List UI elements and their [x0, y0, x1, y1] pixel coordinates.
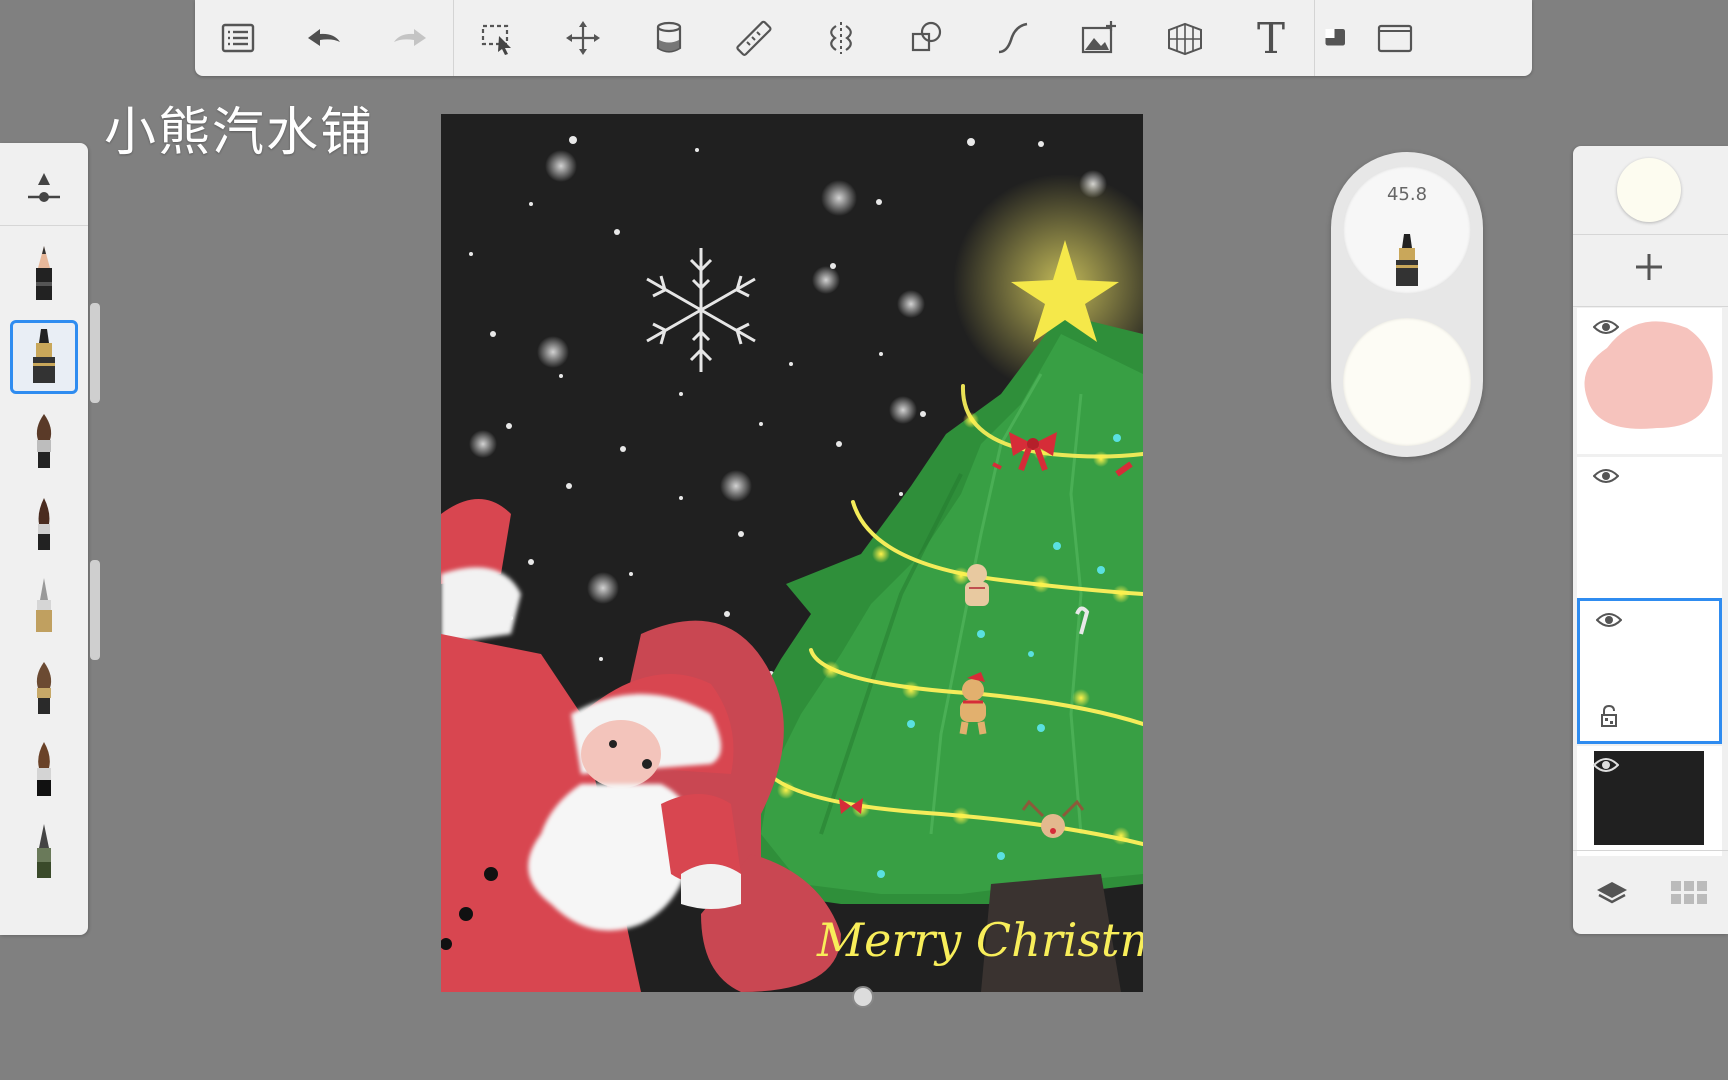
brush-color-preview[interactable]	[1343, 318, 1471, 446]
artwork: Merry Christmas	[441, 114, 1143, 992]
selection-tool-icon	[481, 24, 511, 55]
curve-button[interactable]	[970, 0, 1056, 76]
perspective-grid-icon	[1168, 22, 1202, 56]
import-image-button[interactable]	[1056, 0, 1142, 76]
calligraphy-brush-icon	[37, 742, 51, 796]
grid-icon	[1671, 880, 1708, 904]
fullscreen-button[interactable]	[1357, 0, 1433, 76]
layer-4-visibility-eye-icon[interactable]	[1593, 756, 1619, 774]
canvas-rotate-handle[interactable]	[852, 986, 874, 1008]
brush-size-value: 45.8	[1386, 184, 1428, 205]
ink-brush-icon	[38, 498, 50, 550]
santa-face	[581, 720, 661, 788]
toolbar-right-group	[1315, 0, 1433, 76]
plus-icon	[1636, 254, 1662, 280]
drawing-canvas[interactable]: Merry Christmas	[441, 114, 1143, 992]
watercolor-brush[interactable]	[10, 651, 78, 725]
brush-size-puck: 45.8	[1331, 152, 1483, 457]
marker-brush-icon	[33, 329, 55, 383]
layer-3[interactable]	[1577, 598, 1722, 744]
layers-toggle-button[interactable]	[1588, 869, 1636, 917]
fullscreen-icon	[1377, 24, 1413, 53]
santa-eye-left	[609, 740, 617, 748]
transform-button[interactable]	[540, 0, 626, 76]
undo-icon	[308, 29, 340, 46]
ruler-icon	[736, 20, 772, 56]
text-tool-icon: T	[1256, 13, 1285, 63]
santa-eye-right	[642, 759, 652, 769]
gallery-menu-icon	[221, 23, 255, 53]
paint-brush-icon	[36, 414, 52, 468]
gallery-menu-button[interactable]	[195, 0, 281, 76]
merry-christmas-caption: Merry Christmas	[816, 913, 1143, 967]
gingerbread-ornament	[965, 564, 989, 606]
layer-2[interactable]	[1577, 457, 1722, 603]
layer-1-visibility-eye-icon[interactable]	[1593, 318, 1619, 336]
symmetry-icon	[830, 22, 852, 54]
import-image-icon	[1081, 21, 1116, 54]
watercolor-brush-icon	[36, 662, 52, 714]
marker-brush[interactable]	[10, 320, 78, 394]
toolbar-tools-group: T	[454, 0, 1314, 76]
fineliner-brush[interactable]	[10, 815, 78, 889]
layers-footer	[1573, 850, 1728, 934]
symmetry-button[interactable]	[798, 0, 884, 76]
brush-size-control[interactable]: 45.8	[1343, 166, 1471, 294]
layers-panel	[1573, 146, 1728, 934]
ink-brush[interactable]	[10, 487, 78, 561]
layers-stack-icon	[1596, 881, 1627, 903]
top-toolbar: T	[195, 0, 1532, 76]
marker-brush-preview-icon	[1396, 234, 1418, 286]
calligraphy-brush[interactable]	[10, 733, 78, 807]
curve-icon	[998, 22, 1028, 54]
perspective-button[interactable]	[1142, 0, 1228, 76]
transform-move-icon	[566, 21, 600, 55]
fill-button[interactable]	[626, 0, 712, 76]
layers-divider	[1573, 234, 1728, 235]
santa-cuff	[441, 567, 521, 644]
toolbar-left-group	[195, 0, 453, 76]
current-color-swatch[interactable]	[1617, 158, 1681, 222]
shapes-icon	[911, 21, 942, 52]
reference-button[interactable]	[1315, 0, 1357, 76]
technical-pen-icon	[36, 578, 52, 632]
add-layer-button[interactable]	[1611, 242, 1687, 292]
layer-1[interactable]	[1577, 308, 1722, 454]
layer-3-alpha-lock-icon[interactable]	[1600, 705, 1618, 727]
redo-button[interactable]	[367, 0, 453, 76]
shapes-button[interactable]	[884, 0, 970, 76]
brush-settings-button[interactable]	[10, 148, 78, 222]
fineliner-brush-icon	[37, 824, 51, 878]
redo-icon	[394, 29, 426, 46]
brush-panel	[0, 143, 88, 935]
brush-settings-icon	[28, 173, 60, 202]
layer-4[interactable]	[1577, 746, 1722, 856]
reference-icon	[1325, 29, 1345, 46]
ruler-button[interactable]	[712, 0, 798, 76]
santa-right-cuff	[681, 864, 741, 909]
layer-2-visibility-eye-icon[interactable]	[1593, 467, 1619, 485]
layer-3-visibility-eye-icon[interactable]	[1596, 611, 1622, 629]
fill-bucket-icon	[656, 21, 682, 53]
layers-divider-2	[1573, 306, 1728, 307]
paint-brush-round[interactable]	[10, 405, 78, 479]
selection-tool-button[interactable]	[454, 0, 540, 76]
technical-pen-brush[interactable]	[10, 569, 78, 643]
undo-button[interactable]	[281, 0, 367, 76]
pencil-brush[interactable]	[10, 237, 78, 311]
pencil-brush-icon	[36, 246, 52, 300]
brush-opacity-slider[interactable]	[90, 560, 100, 660]
watermark-text: 小熊汽水铺	[104, 103, 375, 163]
text-tool-button[interactable]: T	[1228, 0, 1314, 76]
layers-grid-button[interactable]	[1665, 869, 1713, 917]
brush-panel-divider	[0, 225, 88, 226]
brush-size-slider[interactable]	[90, 303, 100, 403]
